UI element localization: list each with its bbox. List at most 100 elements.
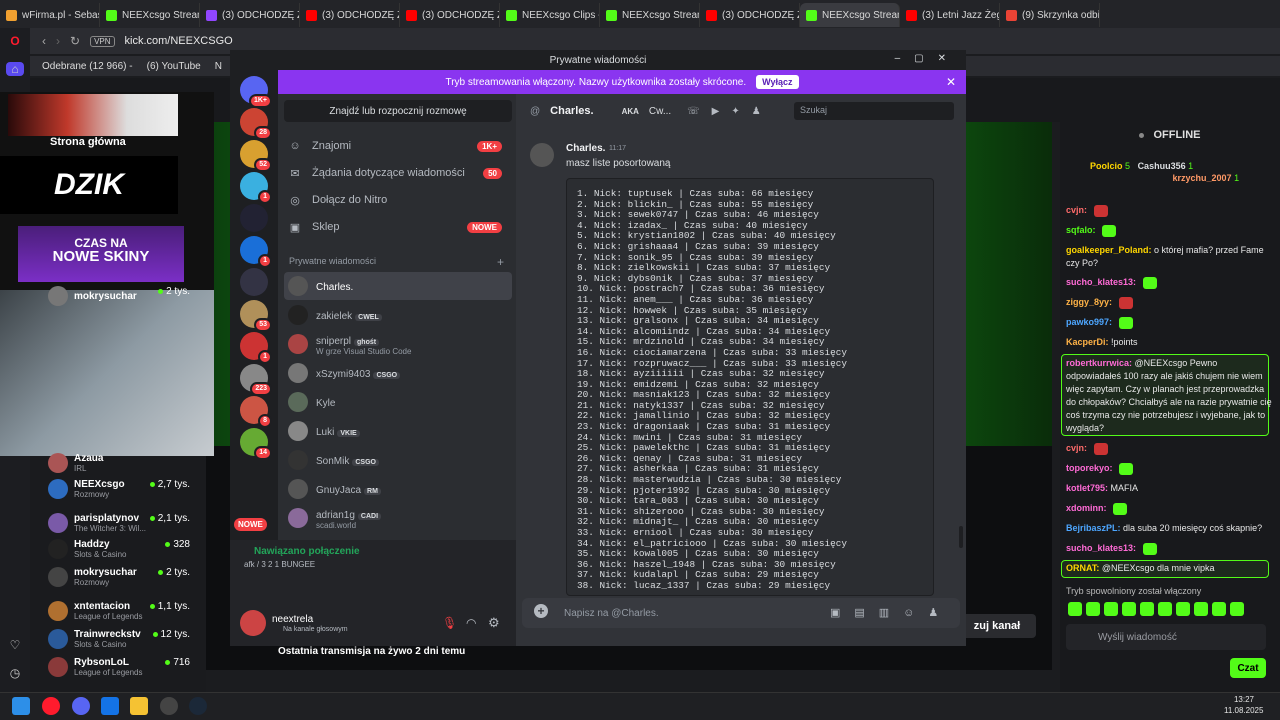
chat-username[interactable]: KacperDi: xyxy=(1066,337,1109,347)
channel-item[interactable]: xntentacion League of Legends 1,1 tys. xyxy=(48,598,198,624)
nav-item[interactable]: ✉ Żądania dotyczące wiadomości 50 xyxy=(288,162,504,184)
folder-taskbar-icon[interactable] xyxy=(130,697,148,715)
dm-item[interactable]: sniperpl ghośt W grze Visual Studio Code xyxy=(284,330,512,358)
nav-item[interactable]: ▣ Sklep NOWE xyxy=(288,216,504,238)
channel-item[interactable]: parisplatynov The Witcher 3: Wil... 2,1 ty… xyxy=(48,510,198,536)
emote[interactable] xyxy=(1194,602,1208,616)
chat-username[interactable]: kotlet795: xyxy=(1066,483,1108,493)
user-name[interactable]: neextrela xyxy=(272,614,313,625)
browser-tab[interactable]: NEEXcsgo Stream - W xyxy=(600,3,700,27)
chat-username[interactable]: cvjn: xyxy=(1066,443,1087,453)
chat-username[interactable]: pawko997: xyxy=(1066,317,1112,327)
dm-item[interactable]: zakielek CWEL xyxy=(284,301,512,329)
dm-item[interactable]: Kyle xyxy=(284,388,512,416)
voice-connected[interactable]: Nawiązano połączenie xyxy=(254,546,360,557)
leader-1-name[interactable]: Poolcio xyxy=(1090,161,1123,171)
discord-taskbar-icon[interactable] xyxy=(72,697,90,715)
channel-item[interactable]: RybsonLoL League of Legends 716 xyxy=(48,654,198,680)
follow-button[interactable]: zuj kanał xyxy=(958,614,1036,638)
chat-username[interactable]: goalkeeper_Poland: xyxy=(1066,245,1152,255)
chat-username[interactable]: xdominn: xyxy=(1066,503,1107,513)
chat-username[interactable]: robertkurrwica: xyxy=(1066,358,1132,368)
clock-icon[interactable]: ◷ xyxy=(6,666,24,680)
emote[interactable] xyxy=(1086,602,1100,616)
emote[interactable] xyxy=(1104,602,1118,616)
message-avatar[interactable] xyxy=(530,143,554,167)
channel-item[interactable]: Trainwreckstv Slots & Casino 12 tys. xyxy=(48,626,198,652)
find-conversation-button[interactable]: Znajdź lub rozpocznij rozmowę xyxy=(284,100,512,122)
dm-item[interactable]: adrian1g CADI scadi.world xyxy=(284,504,512,532)
bookmark-gmail[interactable]: Odebrane (12 966) - xyxy=(42,61,133,72)
server-icon[interactable]: 1K+ xyxy=(240,76,272,108)
input-icons[interactable]: ▣▤▥☺♟ xyxy=(830,606,952,619)
chat-username[interactable]: BejribaszPL: xyxy=(1066,523,1121,533)
chat-username[interactable]: cvjn: xyxy=(1066,205,1087,215)
emote[interactable] xyxy=(1212,602,1226,616)
emote[interactable] xyxy=(1122,602,1136,616)
window-controls[interactable]: –▢✕ xyxy=(895,53,960,64)
server-icon[interactable]: 1 xyxy=(240,236,272,268)
settings-icon[interactable]: ⚙ xyxy=(488,615,500,631)
url-field[interactable]: kick.com/NEEXCSGO xyxy=(125,35,233,47)
server-icon[interactable]: 52 xyxy=(240,140,272,172)
server-icon[interactable] xyxy=(240,204,268,232)
home-link[interactable]: Strona główna xyxy=(50,136,126,148)
opera-logo-icon[interactable]: O xyxy=(6,34,24,48)
server-icon[interactable]: 28 xyxy=(240,108,272,140)
channel-item[interactable]: mokrysuchar 2 tys. xyxy=(48,283,198,309)
emote[interactable] xyxy=(1176,602,1190,616)
message-author[interactable]: Charles. xyxy=(566,143,605,154)
scrollbar[interactable] xyxy=(959,526,963,548)
browser-tab[interactable]: (3) Letni Jazz Żegl xyxy=(900,3,1000,27)
forward-icon[interactable]: › xyxy=(56,34,60,48)
headphones-icon[interactable]: ◠ xyxy=(466,616,476,630)
opera-taskbar-icon[interactable] xyxy=(42,697,60,715)
close-icon[interactable]: ✕ xyxy=(946,75,956,89)
browser-tab[interactable]: NEEXcsgo Clips - Wat xyxy=(500,3,600,27)
attach-icon[interactable]: + xyxy=(534,604,548,618)
browser-tab[interactable]: (3) ODCHODZĘ Z TW xyxy=(400,3,500,27)
heart-icon[interactable]: ♡ xyxy=(6,638,24,652)
server-icon[interactable]: 223 xyxy=(240,364,272,396)
browser-tab[interactable]: NEEXcsgo Stream - Watch xyxy=(800,3,900,27)
leader-2-name[interactable]: Cashuu356 xyxy=(1138,161,1186,171)
server-icon[interactable]: 8 xyxy=(240,396,272,428)
bookmark-youtube[interactable]: (6) YouTube xyxy=(147,61,201,72)
back-icon[interactable]: ‹ xyxy=(42,34,46,48)
channel-item[interactable]: NEEXcsgo Rozmowy 2,7 tys. xyxy=(48,476,198,502)
obs-taskbar-icon[interactable] xyxy=(160,697,178,715)
channel-item[interactable]: Azaua IRL xyxy=(48,450,198,476)
leader-3-name[interactable]: krzychu_2007 xyxy=(1173,173,1232,183)
emote[interactable] xyxy=(1140,602,1154,616)
server-icon[interactable]: 1 xyxy=(240,172,272,204)
windows-start-icon[interactable] xyxy=(12,697,30,715)
bookmark-other[interactable]: N xyxy=(215,61,222,72)
reload-icon[interactable]: ↻ xyxy=(70,34,80,48)
disable-streamer-button[interactable]: Wyłącz xyxy=(756,75,799,89)
emote[interactable] xyxy=(1068,602,1082,616)
browser-tab[interactable]: (9) Skrzynka odbiorc xyxy=(1000,3,1100,27)
dm-item[interactable]: Luki VKIE xyxy=(284,417,512,445)
chat-username[interactable]: sqfalo: xyxy=(1066,225,1096,235)
chat-send-button[interactable]: Czat xyxy=(1230,658,1266,678)
dm-item[interactable]: xSzymi9403 CSGO xyxy=(284,359,512,387)
chat-username[interactable]: ORNAT: xyxy=(1066,563,1099,573)
emote[interactable] xyxy=(1158,602,1172,616)
browser-tab[interactable]: (3) ODCHODZĘ Z TW xyxy=(300,3,400,27)
dm-item[interactable]: GnuyJaca RM xyxy=(284,475,512,503)
vpn-badge[interactable]: VPN xyxy=(90,35,115,47)
emote[interactable] xyxy=(1230,602,1244,616)
home-icon[interactable]: ⌂ xyxy=(6,62,24,76)
server-icon[interactable]: 53 xyxy=(240,300,272,332)
browser-tab[interactable]: (3) ODCHODZĘ Z TW xyxy=(700,3,800,27)
steam-taskbar-icon[interactable] xyxy=(189,697,207,715)
dm-item[interactable]: Charles. xyxy=(284,272,512,300)
browser-tab[interactable]: NEEXcsgo Stream - W xyxy=(100,3,200,27)
server-icon[interactable]: 1 xyxy=(240,332,272,364)
channel-item[interactable]: mokrysuchar Rozmowy 2 tys. xyxy=(48,564,198,590)
voice-channel[interactable]: afk / 3 2 1 BUNGEE xyxy=(244,560,315,569)
header-icons[interactable]: ☏▶✦♟ xyxy=(687,106,773,117)
server-icon[interactable] xyxy=(240,268,268,296)
chat-username[interactable]: toporekyo: xyxy=(1066,463,1113,473)
search-input[interactable]: Szukaj xyxy=(794,102,954,120)
